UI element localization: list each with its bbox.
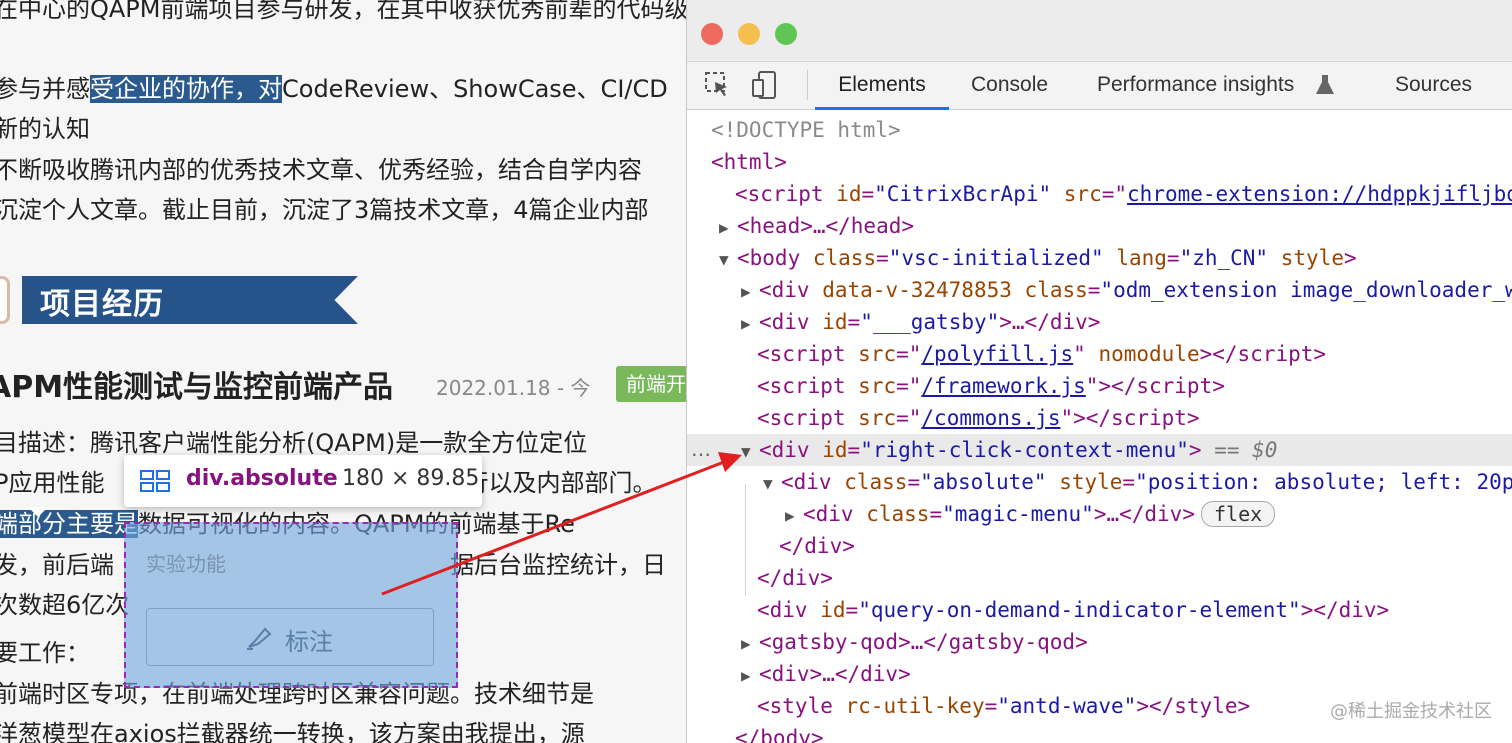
dom-node-absolute[interactable]: ▼ <div class="absolute" style="position: …: [763, 466, 1512, 498]
annotate-label: 标注: [285, 628, 333, 656]
inspect-tooltip: div.absolute 180 × 89.85: [124, 455, 482, 507]
text-line: 次数超6亿次: [0, 591, 130, 619]
text-line: 洋葱模型在axios拦截器统一转换，该方案由我提出，源: [0, 720, 585, 743]
text-segment: CodeReview、ShowCase、CI/CD: [282, 75, 668, 103]
highlighted-text: 受企业的协作，对: [90, 75, 282, 103]
more-icon[interactable]: …: [691, 437, 711, 461]
script-id: "CitrixBcrApi": [874, 182, 1052, 206]
dom-node-html[interactable]: <html>: [711, 146, 1512, 178]
device-toolbar-icon[interactable]: [751, 70, 781, 100]
dom-node-div-collapsed[interactable]: ▶ <div>…</div>: [741, 658, 1512, 690]
doctype-text: <!DOCTYPE html>: [711, 118, 901, 142]
devtools-tabbar: Elements Console Performance insights So…: [687, 62, 1512, 110]
dom-node-script-commons[interactable]: <script src="/commons.js"></script>: [757, 402, 1512, 434]
text-line: 参与并感受企业的协作，对CodeReview、ShowCase、CI/CD: [0, 72, 668, 106]
absolute-class: "absolute": [920, 470, 1047, 494]
maximize-window-button[interactable]: [775, 23, 797, 45]
absolute-style: "position: absolute; left: 20px;": [1135, 470, 1512, 494]
dom-node-qod[interactable]: <div id="query-on-demand-indicator-eleme…: [757, 594, 1512, 626]
head-tag: <head>…</head>: [737, 214, 915, 238]
text-segment: P应用性能: [0, 469, 105, 497]
tooltip-element-tag: div.absolute: [186, 466, 338, 491]
tooltip-element-size: 180 × 89.85: [342, 466, 480, 491]
expand-arrow-icon[interactable]: ▶: [741, 660, 759, 692]
polyfill-link[interactable]: /polyfill.js: [921, 342, 1073, 366]
inspect-highlight-overlay: 实验功能 标注: [124, 522, 458, 688]
tab-console[interactable]: Console: [971, 62, 1048, 110]
dom-node-script[interactable]: <script id="CitrixBcrApi" src="chrome-ex…: [735, 178, 1512, 210]
dom-node-div[interactable]: ▶ <div data-v-32478853 class="odm_extensi…: [741, 274, 1512, 306]
script-src-link[interactable]: chrome-extension://hdppkjifljbdpckfajcml…: [1127, 182, 1512, 206]
div-attr: data-v-32478853: [822, 278, 1012, 302]
tab-elements[interactable]: Elements: [815, 62, 949, 110]
devtools-window: Elements Console Performance insights So…: [686, 0, 1512, 743]
watermark: @稀土掘金技术社区: [1330, 701, 1492, 722]
gatsby-id: "___gatsby": [860, 310, 1000, 334]
project-date: 2022.01.18 - 今: [436, 376, 591, 400]
tab-sources[interactable]: Sources: [1395, 62, 1472, 110]
inspect-element-icon[interactable]: [705, 72, 731, 98]
expand-arrow-icon[interactable]: ▶: [741, 628, 759, 660]
grid-icon: [140, 470, 170, 492]
tooltip-arrow: [28, 507, 48, 517]
text-line: 要工作：: [0, 639, 90, 667]
commons-link[interactable]: /commons.js: [921, 406, 1060, 430]
dom-node-gatsby[interactable]: ▶ <div id="___gatsby">…</div>: [741, 306, 1512, 338]
tab-performance-insights[interactable]: Performance insights: [1097, 62, 1294, 110]
experiment-flask-icon: [1316, 75, 1334, 94]
annotate-button[interactable]: 标注: [146, 608, 434, 666]
qod-id: "query-on-demand-indicator-element": [858, 598, 1301, 622]
magic-class: "magic-menu": [942, 502, 1094, 526]
rc-key: "antd-wave": [997, 694, 1137, 718]
expand-arrow-icon[interactable]: ▶: [741, 276, 759, 308]
selected-marker: == $0: [1214, 438, 1278, 462]
resume-page: 在中心的QAPM前端项目参与研发，在其中收获优秀前辈的代码级 参与并感受企业的协…: [0, 0, 700, 743]
project-title: APM性能测试与监控前端产品: [0, 370, 394, 405]
section-icon: [0, 276, 10, 324]
dom-node-script-polyfill[interactable]: <script src="/polyfill.js" nomodule></sc…: [757, 338, 1512, 370]
section-title: 项目经历: [40, 287, 164, 322]
dom-node-gatsby-qod[interactable]: ▶ <gatsby-qod>…</gatsby-qod>: [741, 626, 1512, 658]
highlighter-icon: [247, 627, 272, 650]
window-titlebar: [687, 0, 1512, 62]
div-class: "odm_extension image_downloader_wrapper": [1100, 278, 1512, 302]
text-line: 沉淀个人文章。截止目前，沉淀了3篇技术文章，4篇企业内部: [0, 196, 649, 224]
dom-node-selected[interactable]: ▼ <div id="right-click-context-menu"> == …: [687, 434, 1512, 466]
collapse-arrow-icon[interactable]: ▼: [763, 468, 781, 500]
text-line: 不断吸收腾讯内部的优秀技术文章、优秀经验，结合自学内容: [0, 156, 642, 184]
context-menu-id: "right-click-context-menu": [860, 438, 1189, 462]
expand-arrow-icon[interactable]: ▶: [719, 212, 737, 244]
text-segment: 发，前后端: [0, 551, 114, 579]
section-banner: 项目经历: [22, 276, 358, 324]
dom-node-close-div[interactable]: </div>: [779, 530, 1512, 562]
collapse-arrow-icon[interactable]: ▼: [719, 244, 737, 276]
collapse-arrow-icon[interactable]: ▼: [741, 436, 759, 468]
text-line: 新的认知: [0, 115, 90, 143]
body-class: "vsc-initialized": [888, 246, 1104, 270]
text-line: 在中心的QAPM前端项目参与研发，在其中收获优秀前辈的代码级: [0, 0, 689, 23]
close-window-button[interactable]: [701, 23, 723, 45]
dom-node-body[interactable]: ▼ <body class="vsc-initialized" lang="zh_…: [719, 242, 1512, 274]
dom-node-magic-menu[interactable]: ▶ <div class="magic-menu">…</div> flex: [785, 498, 1512, 530]
body-lang: "zh_CN": [1179, 246, 1269, 270]
indent-guide: [745, 484, 746, 596]
dom-node-script-framework[interactable]: <script src="/framework.js"></script>: [757, 370, 1512, 402]
flex-badge[interactable]: flex: [1200, 501, 1276, 527]
dom-node-body-close[interactable]: </body>: [735, 722, 1512, 743]
text-segment: 据后台监控统计，日: [450, 551, 666, 579]
html-tag: <html>: [711, 150, 787, 174]
expand-arrow-icon[interactable]: ▶: [785, 500, 803, 532]
minimize-window-button[interactable]: [738, 23, 760, 45]
project-tag: 前端开: [616, 366, 696, 402]
dom-node-close-div[interactable]: </div>: [757, 562, 1512, 594]
framework-link[interactable]: /framework.js: [921, 374, 1085, 398]
dom-node-doctype[interactable]: <!DOCTYPE html>: [711, 114, 1512, 146]
highlighted-text: 端部分主要是: [0, 510, 138, 538]
expand-arrow-icon[interactable]: ▶: [741, 308, 759, 340]
text-segment: 参与并感: [0, 75, 90, 103]
experimental-label: 实验功能: [146, 552, 226, 576]
tab-separator: [807, 70, 808, 100]
dom-node-head[interactable]: ▶ <head>…</head>: [719, 210, 1512, 242]
text-segment: 行以及内部部门。: [464, 469, 657, 497]
